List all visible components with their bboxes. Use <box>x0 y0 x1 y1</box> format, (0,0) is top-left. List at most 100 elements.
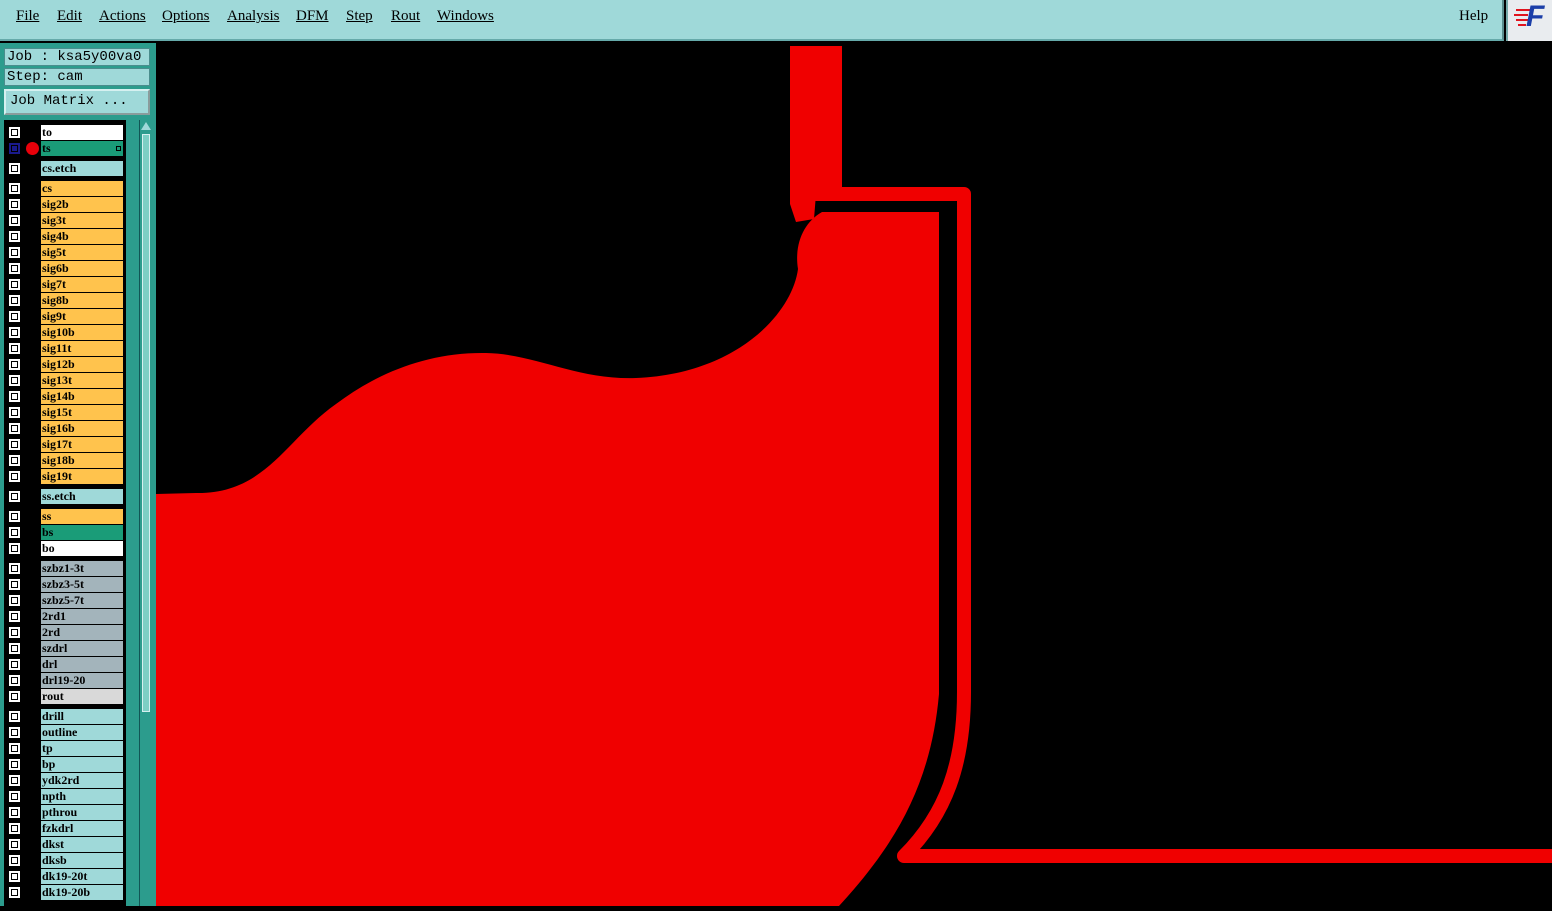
layer-list-scrollbar[interactable] <box>139 120 153 906</box>
layer-row-npth[interactable]: npth <box>4 789 126 804</box>
layer-name[interactable]: sig13t <box>41 373 123 388</box>
layer-row-drill[interactable]: drill <box>4 709 126 724</box>
layer-checkbox[interactable] <box>9 743 20 754</box>
layer-checkbox[interactable] <box>9 643 20 654</box>
layer-row-to[interactable]: to <box>4 125 126 140</box>
layer-checkbox[interactable] <box>9 407 20 418</box>
layer-name[interactable]: npth <box>41 789 123 804</box>
layer-name[interactable]: rout <box>41 689 123 704</box>
layer-row-sig5t[interactable]: sig5t <box>4 245 126 260</box>
layer-row-sig16b[interactable]: sig16b <box>4 421 126 436</box>
layer-checkbox[interactable] <box>9 127 20 138</box>
layer-checkbox[interactable] <box>9 215 20 226</box>
layer-name[interactable]: bp <box>41 757 123 772</box>
menu-options[interactable]: Options <box>162 8 210 25</box>
layer-name[interactable]: fzkdrl <box>41 821 123 836</box>
layer-name[interactable]: szbz5-7t <box>41 593 123 608</box>
layer-name[interactable]: cs.etch <box>41 161 123 176</box>
layer-checkbox[interactable] <box>9 595 20 606</box>
scroll-thumb[interactable] <box>142 134 150 712</box>
layer-row-bs[interactable]: bs <box>4 525 126 540</box>
layer-row-ydk2rd[interactable]: ydk2rd <box>4 773 126 788</box>
layer-checkbox[interactable] <box>9 823 20 834</box>
layer-checkbox[interactable] <box>9 491 20 502</box>
layer-name[interactable]: szbz3-5t <box>41 577 123 592</box>
layer-row-szbz5-7t[interactable]: szbz5-7t <box>4 593 126 608</box>
layer-row-dkst[interactable]: dkst <box>4 837 126 852</box>
menu-step[interactable]: Step <box>346 8 373 25</box>
layer-checkbox[interactable] <box>9 759 20 770</box>
layer-checkbox[interactable] <box>9 543 20 554</box>
layer-row-szbz3-5t[interactable]: szbz3-5t <box>4 577 126 592</box>
layer-checkbox[interactable] <box>9 295 20 306</box>
layer-name[interactable]: bo <box>41 541 123 556</box>
layer-checkbox[interactable] <box>9 391 20 402</box>
layer-row-sig18b[interactable]: sig18b <box>4 453 126 468</box>
layer-row-sig19t[interactable]: sig19t <box>4 469 126 484</box>
layer-row-ss[interactable]: ss <box>4 509 126 524</box>
layer-name[interactable]: dk19-20b <box>41 885 123 900</box>
layer-name[interactable]: 2rd1 <box>41 609 123 624</box>
layer-name[interactable]: sig12b <box>41 357 123 372</box>
layer-row-dk19-20b[interactable]: dk19-20b <box>4 885 126 900</box>
layer-row-ts[interactable]: ts <box>4 141 126 156</box>
layer-name[interactable]: ss <box>41 509 123 524</box>
layer-row-sig12b[interactable]: sig12b <box>4 357 126 372</box>
layer-checkbox[interactable] <box>9 807 20 818</box>
layer-name[interactable]: sig10b <box>41 325 123 340</box>
layer-row-pthrou[interactable]: pthrou <box>4 805 126 820</box>
layer-name[interactable]: sig2b <box>41 197 123 212</box>
layer-name[interactable]: sig3t <box>41 213 123 228</box>
layer-checkbox[interactable] <box>9 199 20 210</box>
layer-checkbox[interactable] <box>9 343 20 354</box>
layer-name[interactable]: sig15t <box>41 405 123 420</box>
layer-name[interactable]: sig19t <box>41 469 123 484</box>
layer-row-szbz1-3t[interactable]: szbz1-3t <box>4 561 126 576</box>
layer-checkbox[interactable] <box>9 311 20 322</box>
layer-row-drl[interactable]: drl <box>4 657 126 672</box>
layer-row-tp[interactable]: tp <box>4 741 126 756</box>
layer-name[interactable]: sig14b <box>41 389 123 404</box>
layer-checkbox[interactable] <box>9 327 20 338</box>
layer-checkbox[interactable] <box>9 711 20 722</box>
layer-row-dksb[interactable]: dksb <box>4 853 126 868</box>
layer-row-sig10b[interactable]: sig10b <box>4 325 126 340</box>
layer-name[interactable]: sig5t <box>41 245 123 260</box>
layer-row-drl19-20[interactable]: drl19-20 <box>4 673 126 688</box>
layer-checkbox[interactable] <box>9 231 20 242</box>
layer-name[interactable]: bs <box>41 525 123 540</box>
layer-row-sig3t[interactable]: sig3t <box>4 213 126 228</box>
layer-checkbox[interactable] <box>9 691 20 702</box>
layer-checkbox[interactable] <box>9 359 20 370</box>
layer-checkbox[interactable] <box>9 143 20 154</box>
layer-checkbox[interactable] <box>9 423 20 434</box>
layer-checkbox[interactable] <box>9 263 20 274</box>
layer-name[interactable]: sig6b <box>41 261 123 276</box>
layer-checkbox[interactable] <box>9 563 20 574</box>
layer-row-cs[interactable]: cs <box>4 181 126 196</box>
layer-checkbox[interactable] <box>9 455 20 466</box>
layer-checkbox[interactable] <box>9 611 20 622</box>
layer-row-ss.etch[interactable]: ss.etch <box>4 489 126 504</box>
layer-checkbox[interactable] <box>9 839 20 850</box>
scroll-up-arrow-icon[interactable] <box>141 122 151 130</box>
layer-name[interactable]: cs <box>41 181 123 196</box>
layer-name[interactable]: sig11t <box>41 341 123 356</box>
layer-row-sig8b[interactable]: sig8b <box>4 293 126 308</box>
layer-checkbox[interactable] <box>9 775 20 786</box>
layer-row-sig7t[interactable]: sig7t <box>4 277 126 292</box>
layer-checkbox[interactable] <box>9 659 20 670</box>
layer-row-sig14b[interactable]: sig14b <box>4 389 126 404</box>
layer-name[interactable]: drill <box>41 709 123 724</box>
layer-name[interactable]: drl <box>41 657 123 672</box>
layer-name[interactable]: sig4b <box>41 229 123 244</box>
layer-checkbox[interactable] <box>9 279 20 290</box>
layer-checkbox[interactable] <box>9 887 20 898</box>
layer-row-sig15t[interactable]: sig15t <box>4 405 126 420</box>
layer-checkbox[interactable] <box>9 791 20 802</box>
layer-row-2rd[interactable]: 2rd <box>4 625 126 640</box>
layer-row-sig2b[interactable]: sig2b <box>4 197 126 212</box>
layer-checkbox[interactable] <box>9 855 20 866</box>
layer-checkbox[interactable] <box>9 163 20 174</box>
layer-name[interactable]: ts <box>41 141 123 156</box>
